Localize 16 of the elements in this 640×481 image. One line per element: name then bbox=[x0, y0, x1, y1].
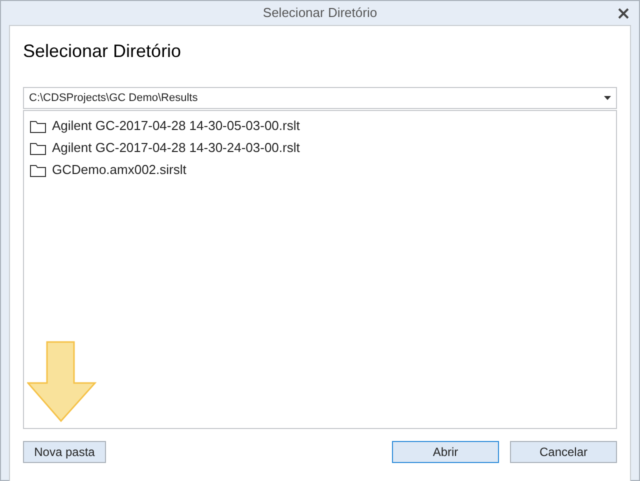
dialog-heading: Selecionar Diretório bbox=[23, 40, 182, 63]
folder-icon bbox=[30, 120, 46, 132]
close-icon bbox=[618, 8, 628, 18]
close-button[interactable] bbox=[617, 7, 629, 19]
path-value: C:\CDSProjects\GC Demo\Results bbox=[29, 90, 198, 106]
path-combo[interactable]: C:\CDSProjects\GC Demo\Results bbox=[23, 87, 617, 109]
dialog-button[interactable]: Cancelar bbox=[510, 441, 617, 463]
new-folder-button[interactable]: Nova pasta bbox=[23, 441, 106, 463]
folder-item[interactable]: GCDemo.amx002.sirslt bbox=[30, 159, 610, 181]
dialog-button[interactable]: Abrir bbox=[392, 441, 499, 463]
folder-item[interactable]: Agilent GC-2017-04-28 14-30-05-03-00.rslt bbox=[30, 115, 610, 137]
dropdown-caret-icon bbox=[604, 96, 611, 100]
window-title: Selecionar Diretório bbox=[262, 4, 378, 22]
folder-icon bbox=[30, 142, 46, 154]
folder-item[interactable]: Agilent GC-2017-04-28 14-30-24-03-00.rslt bbox=[30, 137, 610, 159]
folder-icon bbox=[30, 164, 46, 176]
